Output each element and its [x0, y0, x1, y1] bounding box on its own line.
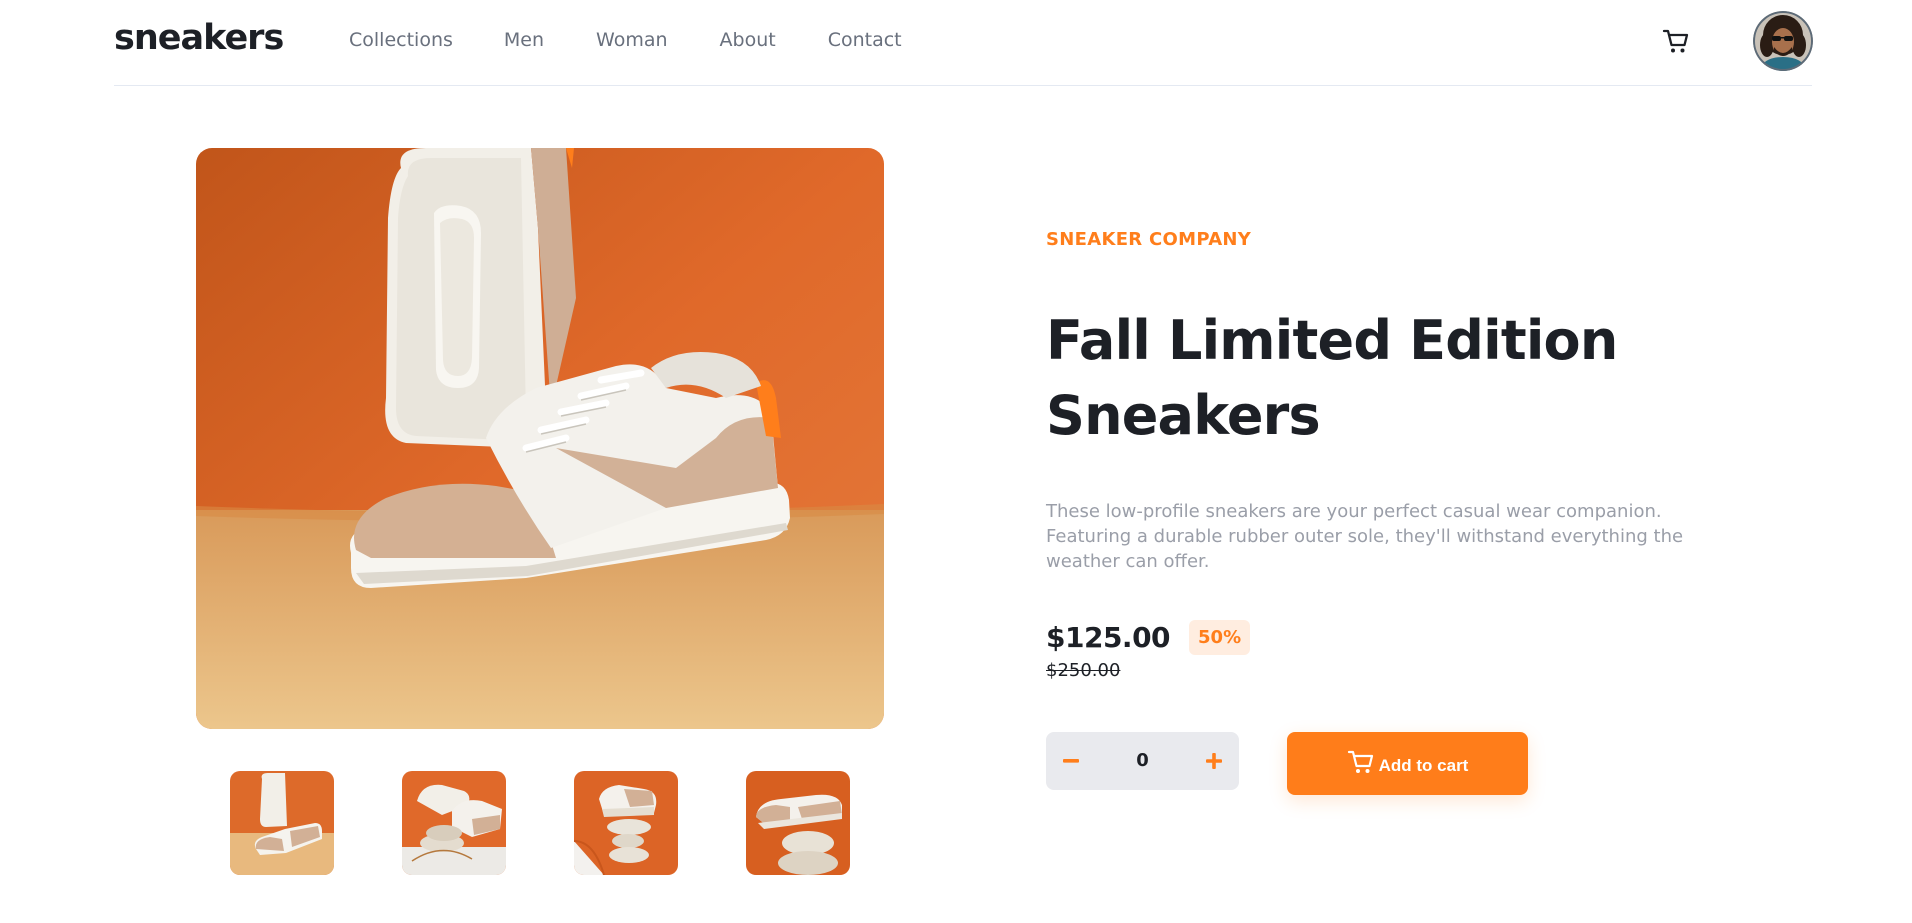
- product-title-line-1: Fall Limited Edition: [1046, 309, 1618, 372]
- add-to-cart-label: Add to cart: [1378, 755, 1469, 775]
- current-price: $125.00: [1046, 621, 1171, 654]
- price-row: $125.00 50%: [1046, 620, 1251, 655]
- logo[interactable]: sneakers: [114, 18, 284, 58]
- thumbnail-list: [230, 771, 850, 875]
- nav-link-about[interactable]: About: [720, 29, 776, 51]
- main-nav: Collections Men Woman About Contact: [349, 29, 954, 51]
- nav-link-contact[interactable]: Contact: [828, 29, 902, 51]
- add-to-cart-button[interactable]: Add to cart: [1287, 732, 1528, 795]
- nav-link-men[interactable]: Men: [504, 29, 544, 51]
- minus-icon[interactable]: [1046, 732, 1096, 790]
- product-thumbnail-3[interactable]: [574, 771, 678, 875]
- product-thumbnail-2[interactable]: [402, 771, 506, 875]
- product-main-image[interactable]: [196, 148, 884, 729]
- nav-link-collections[interactable]: Collections: [349, 29, 453, 51]
- product-thumbnail-1[interactable]: [230, 771, 334, 875]
- plus-icon[interactable]: [1189, 732, 1239, 790]
- quantity-stepper: 0: [1046, 732, 1239, 790]
- product-thumbnail-4[interactable]: [746, 771, 850, 875]
- company-name: SNEAKER COMPANY: [1046, 229, 1252, 250]
- product-title-line-2: Sneakers: [1046, 384, 1321, 447]
- product-description: These low-profile sneakers are your perf…: [1046, 501, 1684, 572]
- product-title: Fall Limited Edition Sneakers: [1046, 303, 1666, 453]
- site-header: sneakers Collections Men Woman About Con…: [114, 0, 1813, 86]
- user-avatar[interactable]: [1753, 11, 1813, 71]
- discount-badge: 50%: [1189, 620, 1251, 655]
- nav-link-woman[interactable]: Woman: [596, 29, 668, 51]
- cart-icon[interactable]: [1661, 26, 1691, 56]
- original-price: $250.00: [1046, 660, 1121, 681]
- quantity-value[interactable]: 0: [1096, 732, 1189, 790]
- cart-icon: [1347, 749, 1375, 779]
